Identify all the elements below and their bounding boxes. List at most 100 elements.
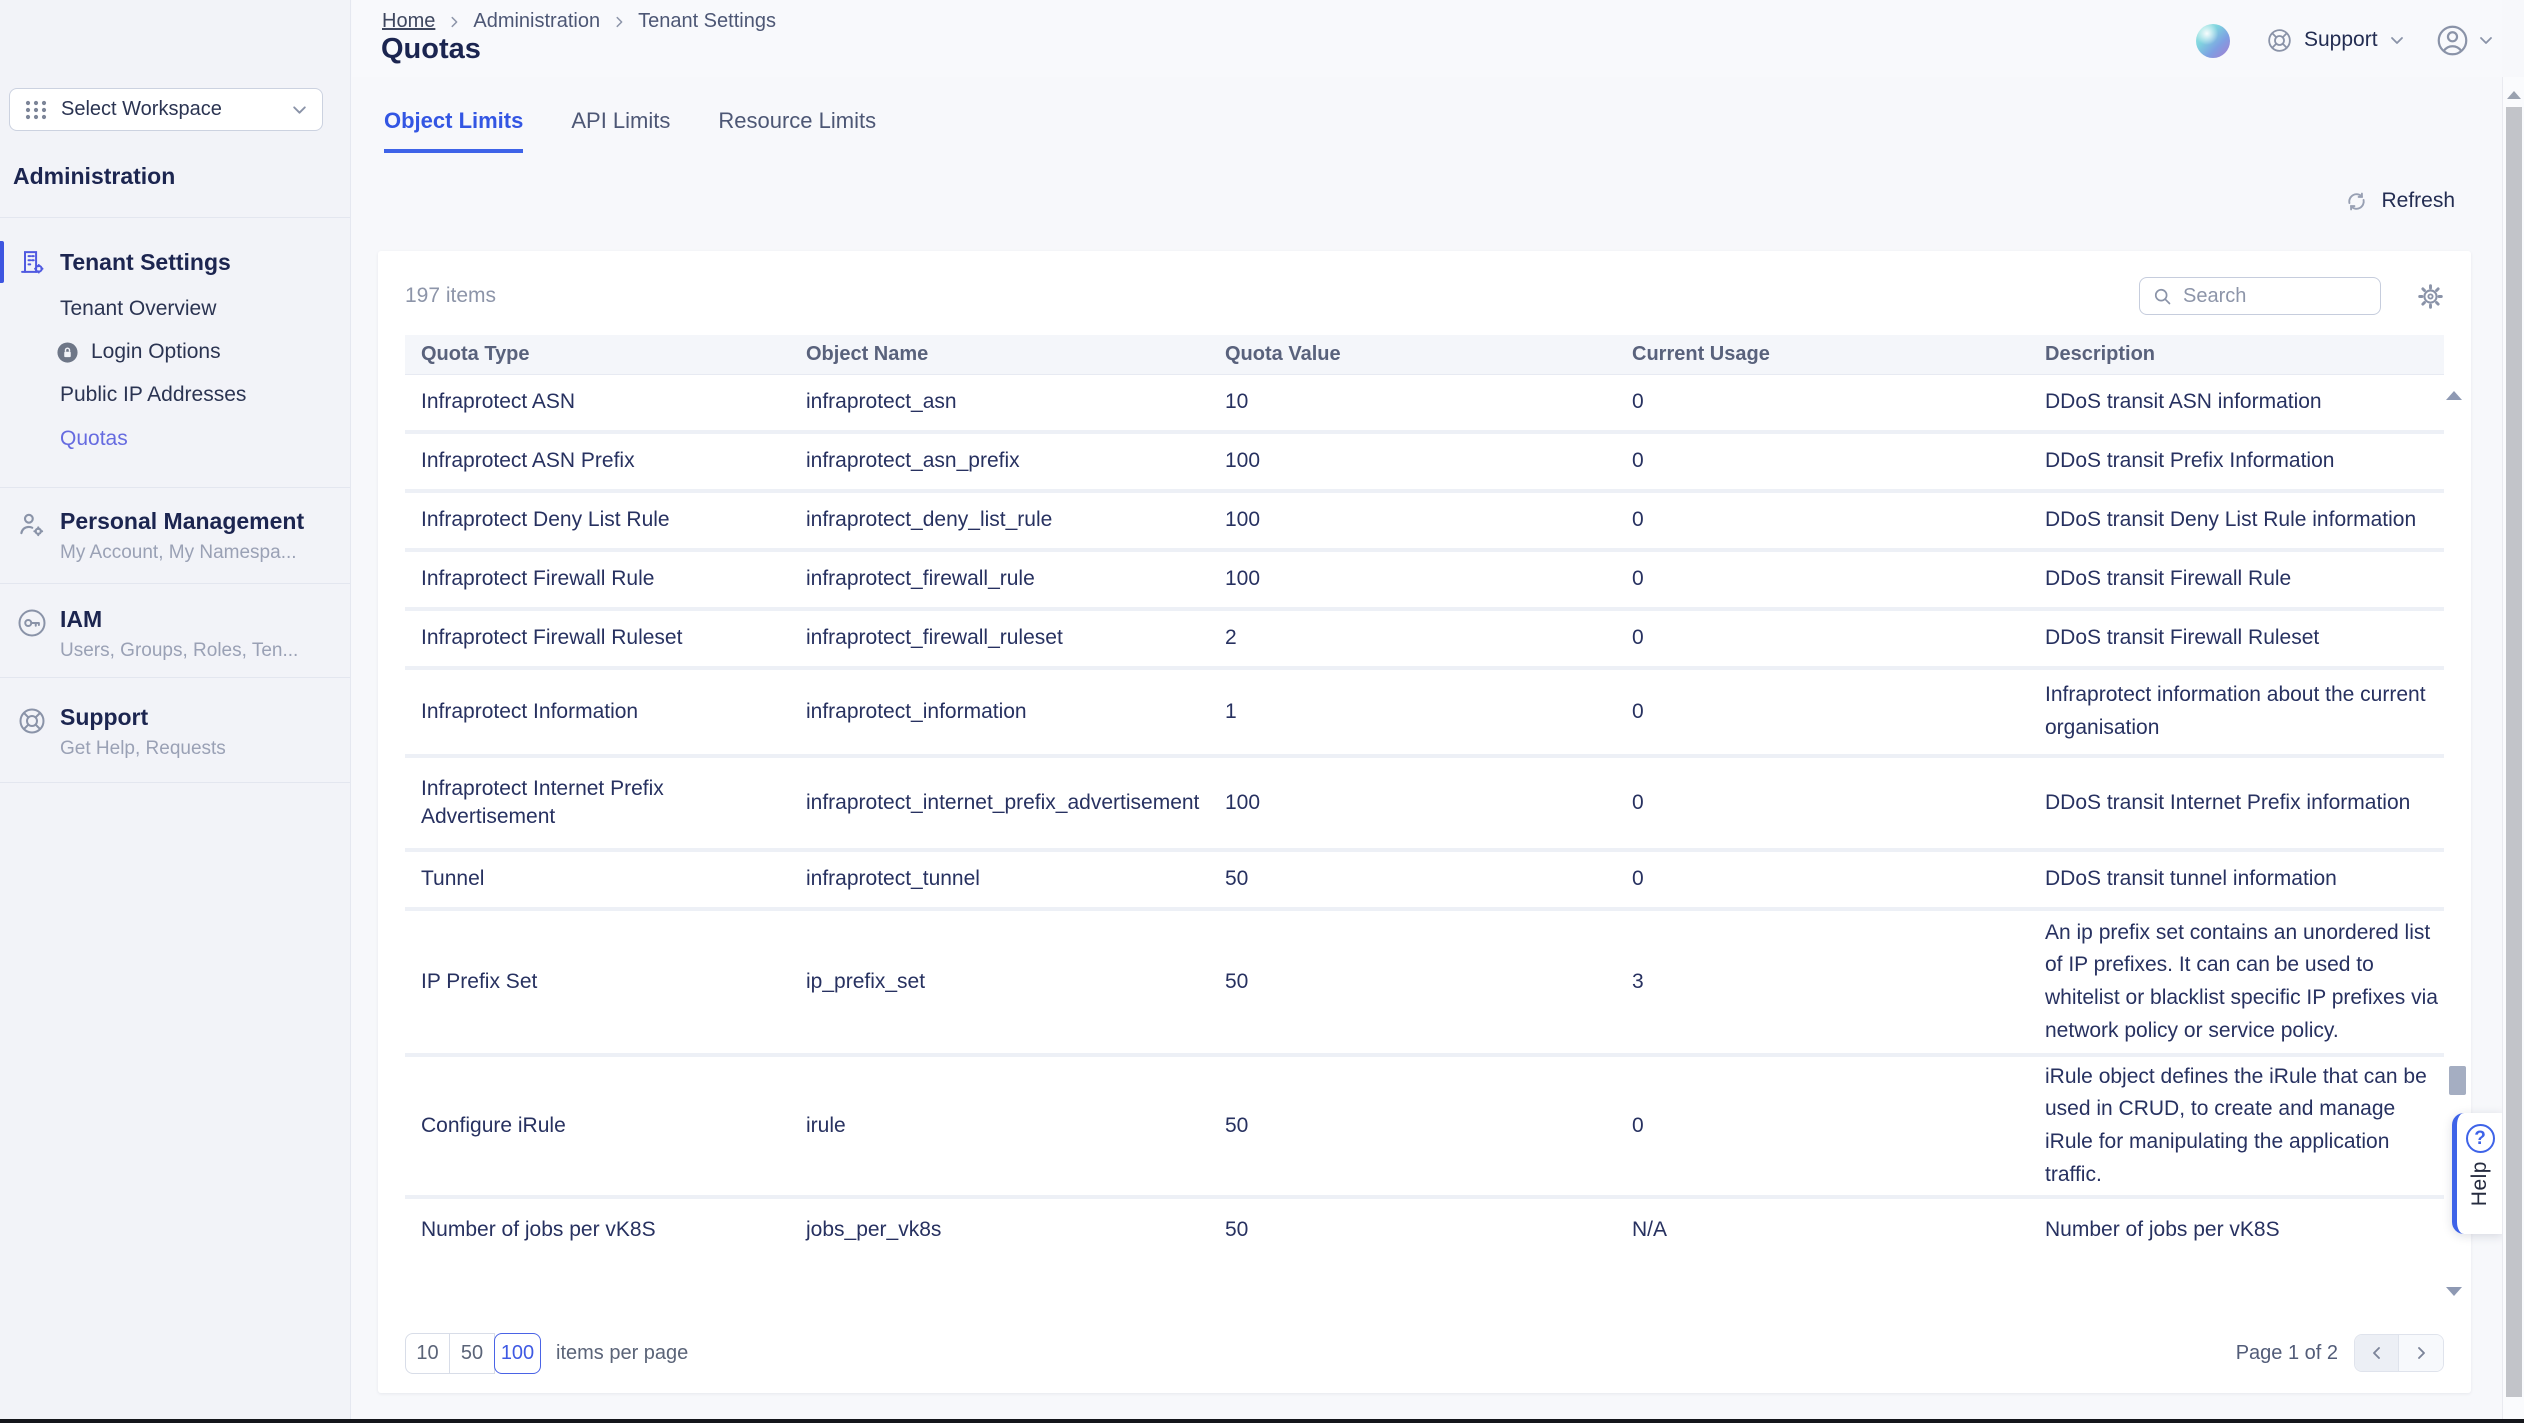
cell-quota-value: 100 [1209, 447, 1616, 475]
page-size-10-button[interactable]: 10 [405, 1333, 450, 1374]
tenant-logo-sphere[interactable] [2196, 24, 2230, 58]
cell-object-name: infraprotect_internet_prefix_advertiseme… [790, 789, 1209, 817]
help-tab-label: Help [2468, 1161, 2492, 1206]
page-nav-group [2354, 1334, 2444, 1372]
screen: Select Workspace Administration Tenant S… [0, 0, 2524, 1423]
cell-description: Number of jobs per vK8S [2029, 1214, 2444, 1247]
refresh-icon [2344, 189, 2369, 214]
table-row: Infraprotect Internet Prefix Advertiseme… [405, 758, 2444, 852]
table-row: Infraprotect Deny List Rule infraprotect… [405, 493, 2444, 552]
tab-bar: Object Limits API Limits Resource Limits [384, 108, 876, 153]
sub-item-label: Quotas [60, 427, 128, 451]
next-page-button[interactable] [2399, 1335, 2443, 1371]
refresh-label: Refresh [2381, 189, 2455, 213]
cell-quota-value: 100 [1209, 789, 1616, 817]
cell-quota-type: Number of jobs per vK8S [405, 1216, 790, 1244]
tab-object-limits[interactable]: Object Limits [384, 108, 523, 153]
search-box [2139, 277, 2381, 315]
refresh-button[interactable]: Refresh [2344, 184, 2455, 218]
breadcrumb-tenant-settings[interactable]: Tenant Settings [638, 10, 776, 33]
table-row: Infraprotect ASN infraprotect_asn 10 0 D… [405, 375, 2444, 434]
key-icon [17, 608, 47, 638]
cell-current-usage: 0 [1616, 447, 2029, 475]
support-menu[interactable]: Support [2266, 22, 2405, 58]
cell-current-usage: 0 [1616, 624, 2029, 652]
page-size-group: 10 50 100 [405, 1333, 541, 1374]
account-menu[interactable] [2436, 22, 2494, 58]
search-icon [2152, 286, 2173, 307]
cell-description: DDoS transit Firewall Rule [2029, 563, 2444, 596]
scrollbar-up-arrow[interactable] [2507, 91, 2521, 99]
cell-description: Infraprotect information about the curre… [2029, 679, 2444, 744]
search-input[interactable] [2183, 285, 2368, 308]
grid-icon [24, 98, 48, 122]
sidebar-item-label: Tenant Settings [60, 249, 231, 276]
table-row: Infraprotect ASN Prefix infraprotect_asn… [405, 434, 2444, 493]
column-header-description[interactable]: Description [2029, 343, 2444, 366]
sidebar-item-personal-management[interactable]: Personal Management My Account, My Names… [0, 508, 350, 564]
cell-description: DDoS transit Prefix Information [2029, 445, 2444, 478]
sidebar-item-support[interactable]: Support Get Help, Requests [0, 704, 350, 760]
breadcrumb-home[interactable]: Home [382, 10, 435, 33]
cell-quota-value: 50 [1209, 1216, 1616, 1244]
sidebar-item-tenant-overview[interactable]: Tenant Overview [60, 296, 216, 322]
column-header-current-usage[interactable]: Current Usage [1616, 343, 2029, 366]
table-row: Infraprotect Firewall Ruleset infraprote… [405, 611, 2444, 670]
cell-quota-type: Infraprotect Deny List Rule [405, 506, 790, 534]
section-label: Personal Management [60, 508, 350, 535]
table-row: IP Prefix Set ip_prefix_set 50 3 An ip p… [405, 911, 2444, 1057]
table-scrollbar-thumb[interactable] [2449, 1066, 2466, 1095]
divider [0, 487, 350, 488]
cell-quota-value: 100 [1209, 565, 1616, 593]
chevron-right-icon [447, 15, 461, 29]
table-row: Infraprotect Information infraprotect_in… [405, 670, 2444, 758]
sidebar-item-tenant-settings[interactable]: Tenant Settings [0, 237, 350, 287]
section-label: IAM [60, 606, 350, 633]
page-size-50-button[interactable]: 50 [450, 1333, 495, 1374]
section-subtitle: My Account, My Namespa... [60, 542, 350, 564]
table-scroll-down-arrow[interactable] [2446, 1287, 2462, 1296]
sidebar-section-title: Administration [13, 163, 175, 190]
sidebar-item-public-ip-addresses[interactable]: Public IP Addresses [60, 382, 246, 408]
table-row: Tunnel infraprotect_tunnel 50 0 DDoS tra… [405, 852, 2444, 911]
table-scroll-up-arrow[interactable] [2446, 391, 2462, 400]
building-gear-icon [18, 248, 46, 276]
cell-quota-type: Infraprotect Firewall Rule [405, 565, 790, 593]
column-header-quota-value[interactable]: Quota Value [1209, 343, 1616, 366]
sidebar-item-iam[interactable]: IAM Users, Groups, Roles, Ten... [0, 606, 350, 662]
page-scrollbar[interactable] [2502, 77, 2524, 1423]
previous-page-button[interactable] [2355, 1335, 2399, 1371]
breadcrumb-administration[interactable]: Administration [473, 10, 600, 33]
tab-api-limits[interactable]: API Limits [571, 108, 670, 153]
cell-quota-type: Tunnel [405, 865, 790, 893]
cell-description: An ip prefix set contains an unordered l… [2029, 917, 2444, 1047]
page-size-100-button[interactable]: 100 [494, 1333, 541, 1374]
page-scrollbar-thumb[interactable] [2506, 107, 2522, 1397]
cell-quota-value: 1 [1209, 698, 1616, 726]
section-subtitle: Get Help, Requests [60, 738, 350, 760]
cell-description: DDoS transit tunnel information [2029, 863, 2444, 896]
tab-resource-limits[interactable]: Resource Limits [718, 108, 876, 153]
cell-description: iRule object defines the iRule that can … [2029, 1061, 2444, 1191]
gear-icon[interactable] [2417, 283, 2444, 310]
cell-quota-type: Infraprotect ASN Prefix [405, 447, 790, 475]
cell-object-name: infraprotect_firewall_rule [790, 565, 1209, 593]
cell-current-usage: 0 [1616, 698, 2029, 726]
cell-object-name: irule [790, 1112, 1209, 1140]
table-row: Number of jobs per vK8S jobs_per_vk8s 50… [405, 1199, 2444, 1261]
column-header-object-name[interactable]: Object Name [790, 343, 1209, 366]
cell-quota-value: 50 [1209, 1112, 1616, 1140]
items-per-page-label: items per page [556, 1342, 688, 1365]
table-header-row: Quota Type Object Name Quota Value Curre… [405, 335, 2444, 375]
help-tab[interactable]: ? Help [2452, 1113, 2503, 1234]
cell-quota-type: Configure iRule [405, 1112, 790, 1140]
pagination-bar: 10 50 100 items per page Page 1 of 2 [405, 1329, 2444, 1393]
sidebar-item-login-options[interactable]: Login Options [56, 339, 221, 365]
items-count: 197 items [405, 284, 496, 308]
question-mark-icon: ? [2466, 1124, 2495, 1153]
sub-item-label: Tenant Overview [60, 297, 216, 321]
avatar-icon [2436, 24, 2469, 57]
workspace-selector[interactable]: Select Workspace [9, 88, 323, 131]
column-header-quota-type[interactable]: Quota Type [405, 343, 790, 366]
sidebar-item-quotas[interactable]: Quotas [60, 426, 128, 452]
